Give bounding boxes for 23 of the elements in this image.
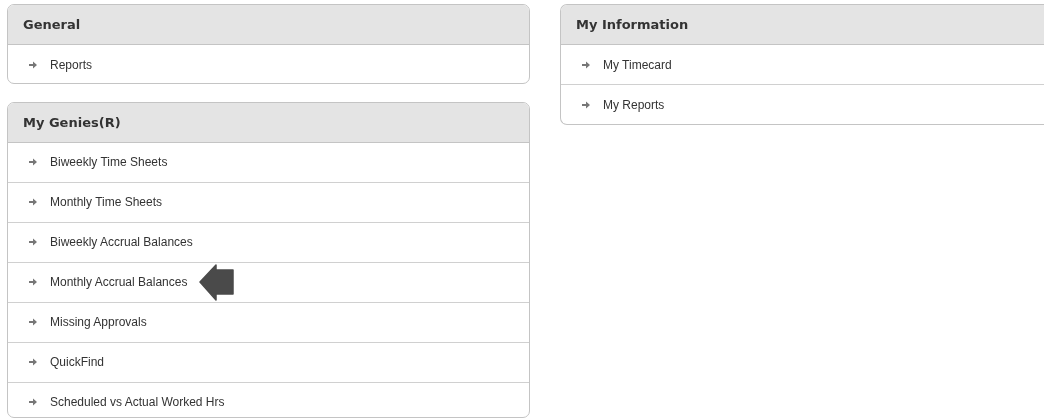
arrow-icon (28, 317, 38, 328)
menu-link[interactable]: Biweekly Time Sheets (50, 155, 168, 170)
arrow-icon (581, 59, 591, 70)
menu-link[interactable]: My Timecard (603, 57, 672, 72)
arrow-icon (28, 157, 38, 168)
panel-title: General (23, 17, 81, 32)
arrow-icon (28, 59, 38, 70)
menu-link[interactable]: Missing Approvals (50, 315, 147, 330)
panel-title: My Genies(R) (23, 114, 121, 130)
menu-link[interactable]: Monthly Accrual Balances (50, 275, 188, 290)
arrow-icon (28, 277, 38, 288)
arrow-icon (28, 197, 38, 208)
menu-link[interactable]: Reports (50, 57, 93, 72)
menu-link[interactable]: Biweekly Accrual Balances (50, 235, 193, 250)
menu-link[interactable]: Scheduled vs Actual Worked Hrs (50, 395, 225, 410)
arrow-icon (581, 99, 591, 110)
arrow-icon (28, 397, 38, 408)
arrow-icon (28, 357, 38, 368)
menu-link[interactable]: My Reports (603, 97, 665, 112)
panel-title: My Information (576, 17, 689, 32)
menu-link[interactable]: Monthly Time Sheets (50, 195, 163, 210)
arrow-icon (28, 237, 38, 248)
menu-link[interactable]: QuickFind (50, 355, 105, 370)
